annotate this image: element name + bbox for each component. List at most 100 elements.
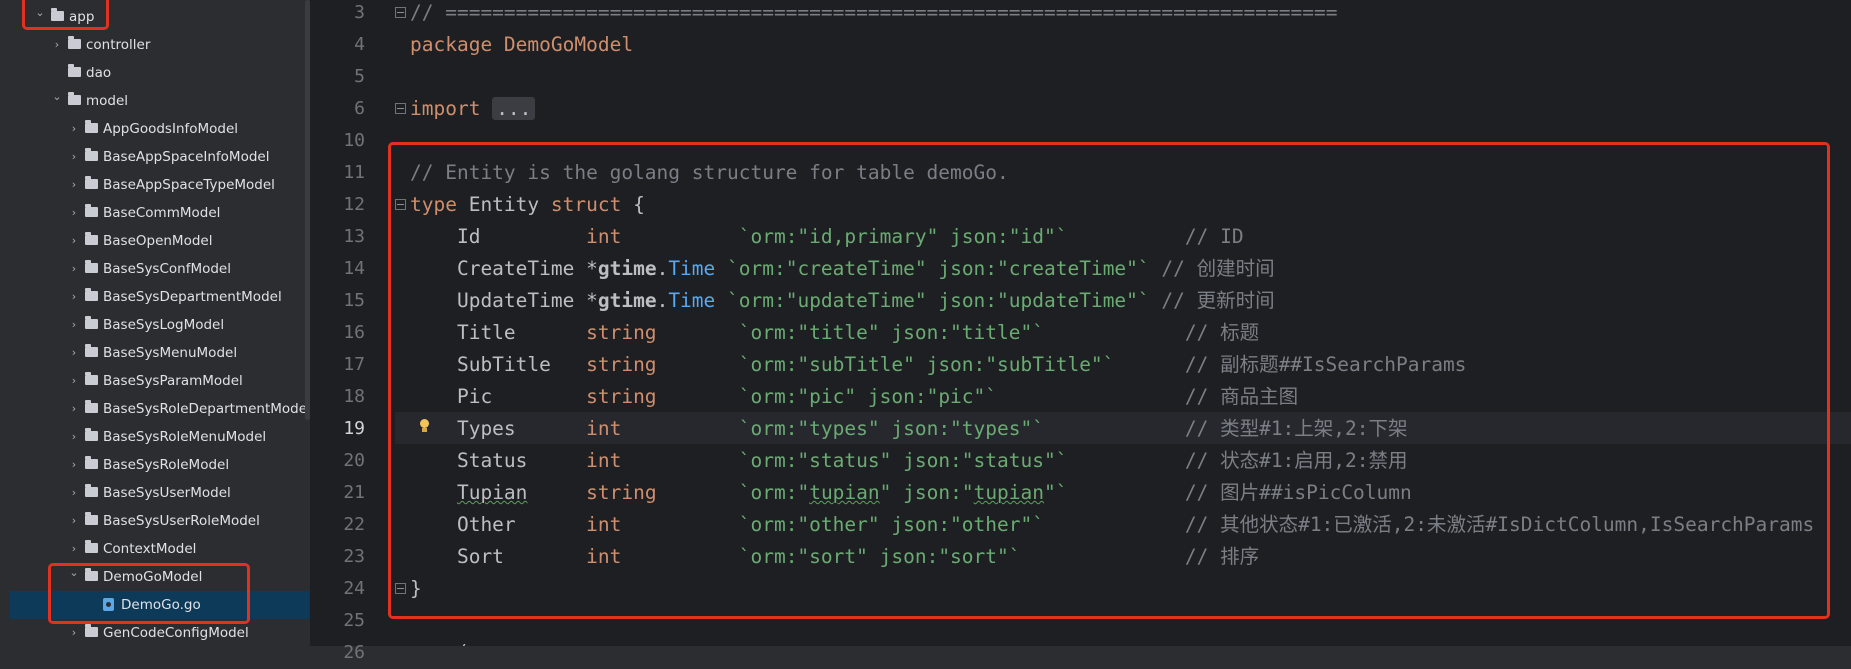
tree-folder-item[interactable]: ⌄ model [0, 87, 310, 115]
tree-item-label: BaseSysMenuModel [103, 345, 238, 361]
tree-item-label: BaseSysRoleDepartmentModel [103, 401, 310, 417]
tree-item-label: BaseSysRoleMenuModel [103, 429, 267, 445]
folder-icon [85, 624, 98, 637]
line-number: 13 [343, 226, 365, 247]
tree-folder-item[interactable]: › ContextModel [0, 535, 310, 563]
line-number: 16 [343, 322, 365, 343]
code-line[interactable]: // =====================================… [410, 0, 1337, 29]
folder-icon [85, 512, 98, 525]
tree-item-label: BaseSysUserModel [103, 485, 231, 501]
tree-folder-item[interactable]: › BaseSysMenuModel [0, 339, 310, 367]
line-number: 26 [343, 642, 365, 663]
chevron-right-icon[interactable]: › [68, 395, 80, 423]
folder-icon [85, 316, 98, 329]
code-line[interactable]: package DemoGoModel [410, 29, 633, 61]
tree-item-label: dao [86, 65, 112, 81]
line-number: 10 [343, 130, 365, 151]
chevron-right-icon[interactable]: › [68, 507, 80, 535]
line-number: 17 [343, 354, 365, 375]
line-number: 25 [343, 610, 365, 631]
code-token: // =====================================… [410, 1, 1338, 24]
tree-folder-item[interactable]: › BaseSysLogModel [0, 311, 310, 339]
tree-folder-item[interactable]: › BaseSysDepartmentModel [0, 283, 310, 311]
tree-folder-item[interactable]: › BaseSysRoleMenuModel [0, 423, 310, 451]
fold-toggle-icon[interactable] [395, 7, 406, 18]
chevron-right-icon[interactable]: › [68, 311, 80, 339]
tree-item-label: controller [86, 37, 151, 53]
tree-folder-item[interactable]: › BaseSysParamModel [0, 367, 310, 395]
code-token: package [410, 33, 504, 56]
tree-folder-item[interactable]: › BaseSysUserRoleModel [0, 507, 310, 535]
tree-item-label: BaseAppSpaceTypeModel [103, 177, 275, 193]
fold-toggle-icon[interactable] [395, 583, 406, 594]
line-number: 6 [354, 98, 365, 119]
chevron-right-icon[interactable]: › [51, 31, 63, 59]
code-line[interactable]: import ... [410, 93, 536, 125]
chevron-right-icon[interactable]: › [68, 199, 80, 227]
tree-folder-item[interactable]: › BaseSysConfModel [0, 255, 310, 283]
tree-folder-item[interactable]: › AppGoodsInfoModel [0, 115, 310, 143]
tree-folder-item[interactable]: › BaseSysUserModel [0, 479, 310, 507]
folder-icon [68, 92, 81, 105]
folder-icon [85, 400, 98, 413]
annotation-box-demogomodel [48, 563, 250, 624]
chevron-right-icon[interactable]: › [68, 479, 80, 507]
line-number-gutter: 3 4 5 6 10 11 12 13 14 15 16 17 18 19 20 21 22 23 24 25 26 [310, 0, 395, 663]
chevron-right-icon[interactable]: › [68, 143, 80, 171]
chevron-right-icon[interactable]: › [68, 367, 80, 395]
tree-folder-item[interactable]: › controller [0, 31, 310, 59]
code-token[interactable]: ... [492, 97, 536, 120]
line-number: 12 [343, 194, 365, 215]
folder-icon [68, 36, 81, 49]
tree-item-label: model [86, 93, 129, 109]
folder-icon [85, 232, 98, 245]
tree-folder-item[interactable]: › BaseAppSpaceInfoModel [0, 143, 310, 171]
tree-item-label: BaseSysUserRoleModel [103, 513, 260, 529]
line-number: 18 [343, 386, 365, 407]
chevron-right-icon[interactable]: › [68, 255, 80, 283]
chevron-right-icon[interactable]: › [68, 283, 80, 311]
folder-icon [85, 372, 98, 385]
chevron-right-icon[interactable]: › [68, 115, 80, 143]
chevron-right-icon[interactable]: › [68, 171, 80, 199]
tree-item-label: BaseAppSpaceInfoModel [103, 149, 270, 165]
folder-icon [85, 344, 98, 357]
tree-item-label: BaseSysLogModel [103, 317, 225, 333]
chevron-right-icon[interactable]: › [68, 423, 80, 451]
project-tree: ⌄ app › controller dao ⌄ model › AppGoodsInfoMod… [0, 0, 310, 646]
fold-toggle-icon[interactable] [395, 103, 406, 114]
folder-icon [85, 204, 98, 217]
tree-folder-item[interactable]: › BaseSysRoleModel [0, 451, 310, 479]
line-number: 22 [343, 514, 365, 535]
line-number: 5 [354, 66, 365, 87]
fold-toggle-icon[interactable] [395, 199, 406, 210]
folder-icon [85, 288, 98, 301]
line-number: 14 [343, 258, 365, 279]
tree-folder-item[interactable]: › BaseOpenModel [0, 227, 310, 255]
chevron-right-icon[interactable]: › [68, 451, 80, 479]
code-line[interactable]: ( [410, 637, 469, 646]
code-token: ( [410, 641, 469, 646]
chevron-right-icon[interactable]: › [68, 339, 80, 367]
tree-folder-item[interactable]: › BaseSysRoleDepartmentModel [0, 395, 310, 423]
folder-icon [68, 64, 81, 77]
folder-icon [85, 120, 98, 133]
tree-item-label: BaseSysConfModel [103, 261, 231, 277]
line-number: 15 [343, 290, 365, 311]
tree-item-label: BaseSysRoleModel [103, 457, 230, 473]
annotation-box-app-folder [22, 0, 109, 30]
tree-item-label: BaseSysParamModel [103, 373, 243, 389]
tree-folder-item[interactable]: › BaseCommModel [0, 199, 310, 227]
folder-icon [85, 176, 98, 189]
line-number: 23 [343, 546, 365, 567]
line-number: 24 [343, 578, 365, 599]
code-token: import [410, 97, 493, 120]
line-number: 21 [343, 482, 365, 503]
tree-item-label: BaseCommModel [103, 205, 221, 221]
tree-folder-item[interactable]: dao [0, 59, 310, 87]
folder-icon [85, 540, 98, 553]
chevron-down-icon[interactable]: ⌄ [51, 83, 63, 111]
tree-folder-item[interactable]: › BaseAppSpaceTypeModel [0, 171, 310, 199]
chevron-right-icon[interactable]: › [68, 227, 80, 255]
annotation-box-entity-struct [388, 142, 1830, 619]
